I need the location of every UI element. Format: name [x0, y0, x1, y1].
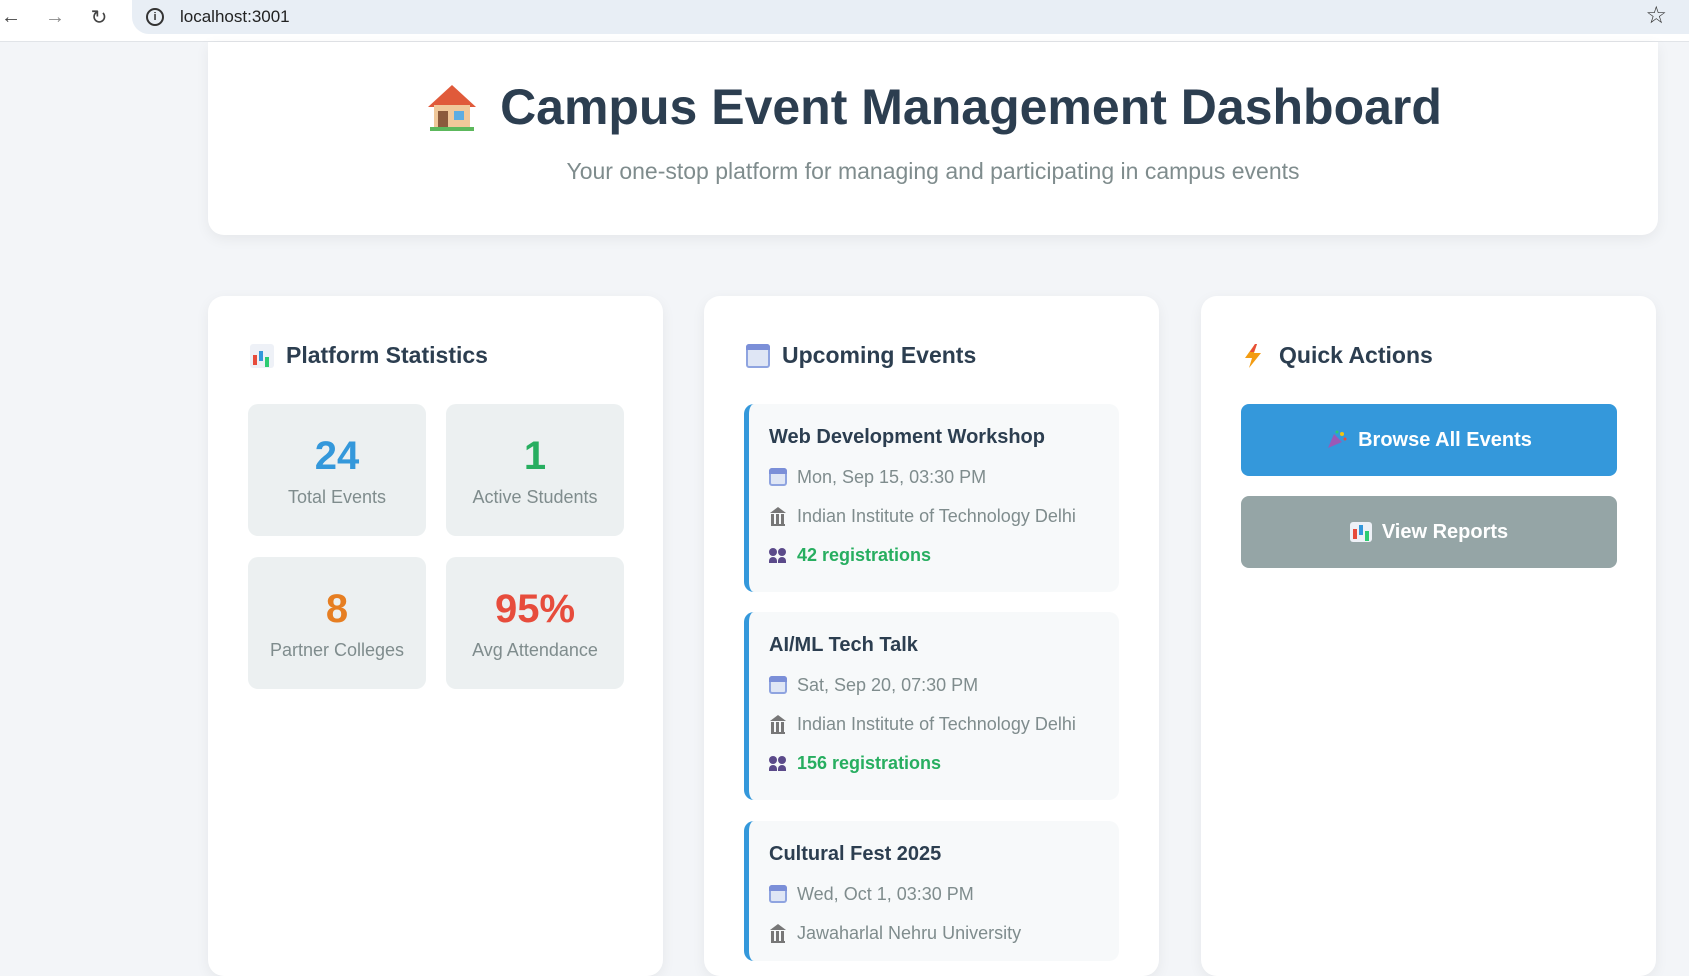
site-info-icon[interactable]: i: [146, 8, 164, 26]
stat-partner-colleges: 8 Partner Colleges: [248, 557, 426, 689]
event-registrations-text: 156 registrations: [797, 752, 942, 773]
stat-value: 1: [523, 434, 547, 478]
event-venue: Indian Institute of Technology Delhi: [769, 505, 1119, 527]
event-item[interactable]: Web Development Workshop Mon, Sep 15, 03…: [744, 404, 1119, 592]
people-icon: [769, 546, 787, 564]
stat-value: 95%: [494, 587, 576, 631]
calendar-icon: [769, 885, 787, 903]
event-item[interactable]: AI/ML Tech Talk Sat, Sep 20, 07:30 PM In…: [744, 612, 1119, 800]
event-registrations: 156 registrations: [769, 752, 1119, 774]
event-date: Wed, Oct 1, 03:30 PM: [769, 883, 1119, 905]
card-heading-text: Platform Statistics: [286, 342, 488, 368]
event-registrations: 42 registrations: [769, 544, 1119, 566]
event-date-text: Sat, Sep 20, 07:30 PM: [797, 674, 979, 695]
stat-value: 24: [314, 434, 360, 478]
card-heading-text: Upcoming Events: [782, 342, 977, 368]
event-venue: Indian Institute of Technology Delhi: [769, 713, 1119, 735]
card-heading: Platform Statistics: [250, 342, 488, 369]
quick-actions-card: Quick Actions Browse All Events View Rep…: [1201, 296, 1656, 976]
card-heading: Quick Actions: [1243, 342, 1433, 369]
card-heading-text: Quick Actions: [1279, 342, 1433, 368]
page-title: Campus Event Management Dashboard: [208, 78, 1658, 136]
event-venue: Jawaharlal Nehru University: [769, 922, 1119, 944]
upcoming-events-card: Upcoming Events Web Development Workshop…: [704, 296, 1159, 976]
page-subtitle: Your one-stop platform for managing and …: [566, 158, 1300, 184]
event-title: Cultural Fest 2025: [769, 843, 942, 865]
address-bar[interactable]: i localhost:3001 ☆: [132, 0, 1689, 34]
reload-icon[interactable]: ↻: [84, 2, 114, 32]
view-reports-label: View Reports: [1381, 520, 1509, 543]
bar-chart-icon: [1349, 522, 1372, 542]
forward-icon[interactable]: →: [40, 2, 70, 32]
event-date-text: Wed, Oct 1, 03:30 PM: [797, 883, 974, 904]
stat-total-events: 24 Total Events: [248, 404, 426, 536]
stat-label: Partner Colleges: [269, 640, 405, 660]
page-title-text: Campus Event Management Dashboard: [500, 79, 1442, 135]
back-icon[interactable]: ←: [0, 2, 26, 32]
stat-label: Avg Attendance: [472, 640, 598, 660]
event-date-text: Mon, Sep 15, 03:30 PM: [797, 466, 987, 487]
platform-statistics-card: Platform Statistics 24 Total Events 1 Ac…: [208, 296, 663, 976]
calendar-icon: [746, 343, 770, 368]
event-date: Mon, Sep 15, 03:30 PM: [769, 466, 1119, 488]
event-venue-text: Indian Institute of Technology Delhi: [797, 505, 1076, 526]
view-reports-button[interactable]: View Reports: [1241, 496, 1617, 568]
event-date: Sat, Sep 20, 07:30 PM: [769, 674, 1119, 696]
dashboard-header: Campus Event Management Dashboard Your o…: [208, 42, 1658, 235]
house-icon: [424, 81, 480, 133]
lightning-icon: [1243, 343, 1267, 368]
event-venue-text: Jawaharlal Nehru University: [797, 922, 1022, 943]
event-venue-text: Indian Institute of Technology Delhi: [797, 713, 1076, 734]
stat-label: Active Students: [472, 487, 598, 507]
building-icon: [769, 507, 787, 526]
bookmark-star-icon[interactable]: ☆: [1645, 1, 1667, 30]
browser-toolbar: ← → ↻ i localhost:3001 ☆: [0, 0, 1689, 42]
building-icon: [769, 715, 787, 734]
event-registrations-text: 42 registrations: [797, 544, 932, 565]
card-heading: Upcoming Events: [746, 342, 976, 369]
url-text[interactable]: localhost:3001: [180, 7, 290, 27]
stat-label: Total Events: [287, 487, 387, 507]
stat-active-students: 1 Active Students: [446, 404, 624, 536]
bar-chart-icon: [250, 343, 274, 368]
calendar-icon: [769, 468, 787, 486]
event-item[interactable]: Cultural Fest 2025 Wed, Oct 1, 03:30 PM …: [744, 821, 1119, 961]
browse-all-events-button[interactable]: Browse All Events: [1241, 404, 1617, 476]
event-title: Web Development Workshop: [769, 426, 1045, 448]
building-icon: [769, 924, 787, 943]
calendar-icon: [769, 676, 787, 694]
people-icon: [769, 754, 787, 772]
stat-avg-attendance: 95% Avg Attendance: [446, 557, 624, 689]
browse-all-events-label: Browse All Events: [1358, 428, 1532, 451]
stat-value: 8: [325, 587, 349, 631]
event-title: AI/ML Tech Talk: [769, 634, 918, 656]
party-popper-icon: [1326, 430, 1348, 450]
